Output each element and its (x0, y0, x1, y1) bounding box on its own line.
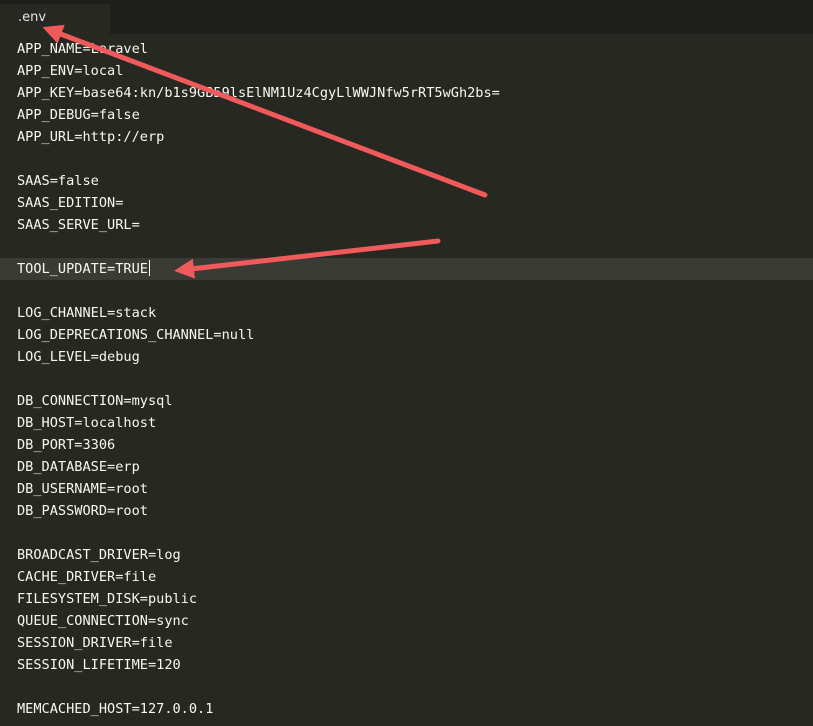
code-line[interactable]: CACHE_DRIVER=file (0, 566, 813, 588)
code-line-text: DB_PASSWORD=root (17, 503, 148, 519)
tab-env-file[interactable]: .env (0, 4, 110, 34)
tab-bar: .env (0, 0, 813, 34)
code-line-text: APP_KEY=base64:kn/b1s9GB59lsElNM1Uz4CgyL… (17, 85, 500, 101)
tab-label: .env (18, 10, 47, 25)
code-line-text: LOG_CHANNEL=stack (17, 305, 157, 321)
code-line-text: DB_PORT=3306 (17, 437, 116, 453)
code-line[interactable] (0, 148, 813, 170)
text-cursor (148, 260, 150, 276)
code-line-text: DB_USERNAME=root (17, 481, 148, 497)
code-line[interactable]: DB_DATABASE=erp (0, 456, 813, 478)
code-line[interactable]: DB_CONNECTION=mysql (0, 390, 813, 412)
code-line[interactable]: MEMCACHED_HOST=127.0.0.1 (0, 698, 813, 720)
code-line-text: CACHE_DRIVER=file (17, 569, 157, 585)
code-line-text: LOG_LEVEL=debug (17, 349, 140, 365)
code-line[interactable]: SAAS_SERVE_URL= (0, 214, 813, 236)
code-line-text: TOOL_UPDATE=TRUE (17, 261, 148, 277)
code-line[interactable]: LOG_LEVEL=debug (0, 346, 813, 368)
code-line[interactable]: LOG_DEPRECATIONS_CHANNEL=null (0, 324, 813, 346)
code-line[interactable]: SAAS=false (0, 170, 813, 192)
code-line-text: SAAS_SERVE_URL= (17, 217, 140, 233)
code-line-text: APP_ENV=local (17, 63, 124, 79)
code-line[interactable]: DB_PORT=3306 (0, 434, 813, 456)
code-line[interactable]: FILESYSTEM_DISK=public (0, 588, 813, 610)
code-line[interactable]: APP_URL=http://erp (0, 126, 813, 148)
code-line[interactable] (0, 236, 813, 258)
code-line[interactable] (0, 522, 813, 544)
code-line-text: LOG_DEPRECATIONS_CHANNEL=null (17, 327, 255, 343)
code-line-text: SESSION_DRIVER=file (17, 635, 173, 651)
code-line[interactable] (0, 368, 813, 390)
code-line[interactable] (0, 280, 813, 302)
code-line-text: QUEUE_CONNECTION=sync (17, 613, 189, 629)
code-line[interactable]: DB_HOST=localhost (0, 412, 813, 434)
code-line-text: SAAS=false (17, 173, 99, 189)
code-line-text: SAAS_EDITION= (17, 195, 124, 211)
code-editor[interactable]: APP_NAME=Laravel APP_ENV=local APP_KEY=bas… (0, 38, 813, 726)
code-line[interactable]: APP_DEBUG=false (0, 104, 813, 126)
code-line-text: APP_DEBUG=false (17, 107, 140, 123)
code-line[interactable]: SESSION_DRIVER=file (0, 632, 813, 654)
code-line[interactable]: DB_USERNAME=root (0, 478, 813, 500)
code-line[interactable]: TOOL_UPDATE=TRUE (0, 258, 813, 280)
code-line-text: DB_CONNECTION=mysql (17, 393, 173, 409)
code-line[interactable]: QUEUE_CONNECTION=sync (0, 610, 813, 632)
code-line-text: DB_DATABASE=erp (17, 459, 140, 475)
code-line[interactable]: LOG_CHANNEL=stack (0, 302, 813, 324)
code-line[interactable]: DB_PASSWORD=root (0, 500, 813, 522)
code-line[interactable] (0, 676, 813, 698)
code-line-text: FILESYSTEM_DISK=public (17, 591, 198, 607)
code-line[interactable]: APP_ENV=local (0, 60, 813, 82)
code-line-text: APP_NAME=Laravel (17, 41, 148, 57)
code-line[interactable]: APP_NAME=Laravel (0, 38, 813, 60)
code-line-text: APP_URL=http://erp (17, 129, 165, 145)
code-line-text: BROADCAST_DRIVER=log (17, 547, 181, 563)
code-line[interactable]: SAAS_EDITION= (0, 192, 813, 214)
editor-window: .env APP_NAME=Laravel APP_ENV=local APP_KE… (0, 0, 813, 726)
code-line[interactable]: APP_KEY=base64:kn/b1s9GB59lsElNM1Uz4CgyL… (0, 82, 813, 104)
code-line-text: DB_HOST=localhost (17, 415, 157, 431)
code-line-text: MEMCACHED_HOST=127.0.0.1 (17, 701, 214, 717)
code-line[interactable]: BROADCAST_DRIVER=log (0, 544, 813, 566)
code-line[interactable]: SESSION_LIFETIME=120 (0, 654, 813, 676)
code-line-text: SESSION_LIFETIME=120 (17, 657, 181, 673)
